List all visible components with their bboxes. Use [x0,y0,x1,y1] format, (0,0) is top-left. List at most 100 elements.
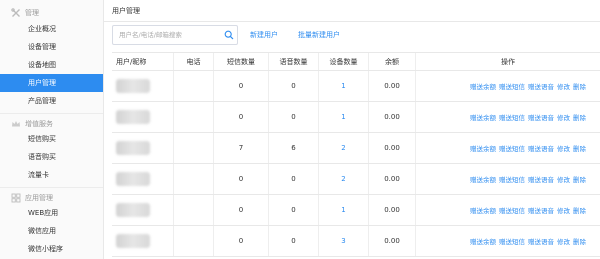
action-link[interactable]: 赠送余额 [470,112,496,122]
phone-cell [174,133,214,163]
action-link[interactable]: 删除 [573,112,586,122]
row-actions: 赠送余额 赠送短信 赠送语音 修改 删除 [416,133,600,163]
user-cell [112,133,174,163]
search-box [112,25,238,45]
phone-cell [174,164,214,194]
sidebar-item-user-management[interactable]: 用户管理 [0,74,103,92]
action-link[interactable]: 修改 [557,81,570,91]
phone-cell [174,71,214,101]
main-content: 用户管理 新建用户 批量新建用户 用户/昵称 电话 短信数量 语音数量 设备数量… [104,0,600,259]
action-link[interactable]: 修改 [557,236,570,246]
sidebar-group-value-added: 增值服务 [0,113,103,130]
action-link[interactable]: 赠送余额 [470,205,496,215]
batch-new-user-link[interactable]: 批量新建用户 [298,30,340,40]
action-link[interactable]: 赠送语音 [528,81,554,91]
sidebar-group-label: 管理 [25,9,39,17]
user-cell [112,226,174,256]
device-count-link[interactable]: 2 [319,164,369,194]
action-link[interactable]: 删除 [573,81,586,91]
action-link[interactable]: 赠送短信 [499,236,525,246]
action-link[interactable]: 赠送余额 [470,174,496,184]
table-row: 7 6 2 0.00 赠送余额 赠送短信 赠送语音 修改 删除 [112,133,600,164]
redacted-user [116,110,150,124]
device-count-link[interactable]: 1 [319,71,369,101]
balance: 0.00 [369,164,416,194]
sidebar-item-device-map[interactable]: 设备地图 [0,56,103,74]
action-link[interactable]: 赠送短信 [499,205,525,215]
user-cell [112,164,174,194]
sms-count: 0 [214,195,269,225]
action-link[interactable]: 删除 [573,174,586,184]
search-icon[interactable] [221,27,237,43]
sms-count: 0 [214,102,269,132]
sidebar-item-wechat-mini-program[interactable]: 微信小程序 [0,240,103,258]
user-table: 用户/昵称 电话 短信数量 语音数量 设备数量 余额 操作 0 0 1 0.00 赠送余… [112,52,600,257]
sidebar-item-data-card[interactable]: 流量卡 [0,166,103,184]
sidebar-item-wechat-app[interactable]: 微信应用 [0,222,103,240]
action-link[interactable]: 删除 [573,236,586,246]
device-count-link[interactable]: 1 [319,195,369,225]
phone-cell [174,102,214,132]
row-actions: 赠送余额 赠送短信 赠送语音 修改 删除 [416,102,600,132]
balance: 0.00 [369,195,416,225]
action-link[interactable]: 赠送短信 [499,81,525,91]
action-link[interactable]: 修改 [557,112,570,122]
table-row: 0 0 3 0.00 赠送余额 赠送短信 赠送语音 修改 删除 [112,226,600,257]
sidebar-item-web-app[interactable]: WEB应用 [0,204,103,222]
action-link[interactable]: 赠送短信 [499,112,525,122]
sidebar-group-label: 应用管理 [25,193,53,202]
search-input[interactable] [119,31,221,39]
header-sms: 短信数量 [214,53,269,70]
header-voice: 语音数量 [269,53,319,70]
header-actions: 操作 [501,57,515,66]
action-link[interactable]: 赠送短信 [499,174,525,184]
sms-count: 0 [214,164,269,194]
sms-count: 7 [214,133,269,163]
action-link[interactable]: 赠送语音 [528,205,554,215]
action-link[interactable]: 删除 [573,143,586,153]
redacted-user [116,203,150,217]
sidebar-item-product-management[interactable]: 产品管理 [0,92,103,110]
wrench-icon [10,8,21,19]
voice-count: 0 [269,71,319,101]
sidebar-group-label: 增值服务 [25,119,53,128]
action-link[interactable]: 删除 [573,205,586,215]
action-link[interactable]: 赠送短信 [499,143,525,153]
voice-count: 0 [269,226,319,256]
sidebar-item-device-management[interactable]: 设备管理 [0,38,103,56]
action-link[interactable]: 赠送余额 [470,236,496,246]
balance: 0.00 [369,226,416,256]
new-user-link[interactable]: 新建用户 [250,30,278,40]
balance: 0.00 [369,102,416,132]
action-link[interactable]: 修改 [557,174,570,184]
sidebar-group-manage: 管理 [0,6,103,20]
action-link[interactable]: 赠送余额 [470,143,496,153]
voice-count: 0 [269,195,319,225]
action-link[interactable]: 赠送余额 [470,81,496,91]
sms-count: 0 [214,226,269,256]
row-actions: 赠送余额 赠送短信 赠送语音 修改 删除 [416,71,600,101]
action-link[interactable]: 赠送语音 [528,143,554,153]
phone-cell [174,195,214,225]
sidebar-item-sms-purchase[interactable]: 短信购买 [0,130,103,148]
action-link[interactable]: 修改 [557,205,570,215]
sidebar-item-company-overview[interactable]: 企业概况 [0,20,103,38]
redacted-user [116,234,150,248]
header-phone: 电话 [174,53,214,70]
table-header: 用户/昵称 电话 短信数量 语音数量 设备数量 余额 操作 [112,53,600,71]
table-row: 0 0 1 0.00 赠送余额 赠送短信 赠送语音 修改 删除 [112,195,600,226]
voice-count: 0 [269,102,319,132]
phone-cell [174,226,214,256]
device-count-link[interactable]: 2 [319,133,369,163]
row-actions: 赠送余额 赠送短信 赠送语音 修改 删除 [416,226,600,256]
action-link[interactable]: 修改 [557,143,570,153]
user-cell [112,71,174,101]
action-link[interactable]: 赠送语音 [528,112,554,122]
voice-count: 0 [269,164,319,194]
action-link[interactable]: 赠送语音 [528,174,554,184]
action-link[interactable]: 赠送语音 [528,236,554,246]
device-count-link[interactable]: 1 [319,102,369,132]
sidebar-item-voice-purchase[interactable]: 语音购买 [0,148,103,166]
toolbar: 新建用户 批量新建用户 [112,25,600,45]
device-count-link[interactable]: 3 [319,226,369,256]
